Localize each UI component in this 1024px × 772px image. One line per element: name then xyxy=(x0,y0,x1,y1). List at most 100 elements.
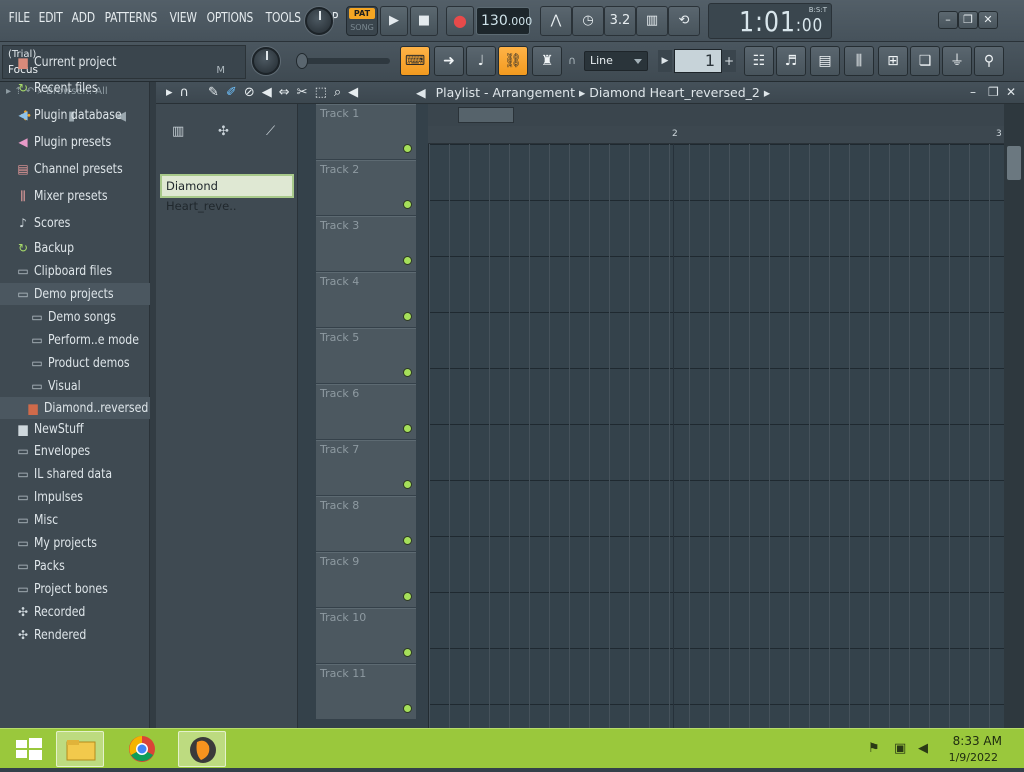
main-pitch-knob[interactable] xyxy=(252,47,280,75)
blend-notes-button[interactable]: ♩ xyxy=(466,46,496,76)
track-enable-led[interactable] xyxy=(403,144,412,153)
browser-item[interactable]: ▭ Envelopes xyxy=(0,440,150,462)
track-header[interactable]: Track 8 xyxy=(316,496,416,552)
track-enable-led[interactable] xyxy=(403,536,412,545)
play-button[interactable]: ▶ xyxy=(380,6,408,36)
browser-item[interactable]: ▭ Impulses xyxy=(0,486,150,508)
browser-item[interactable]: ⫼ Mixer presets xyxy=(0,185,150,207)
master-pitch-slider[interactable] xyxy=(298,58,390,64)
slice-tool-icon[interactable]: ✂ xyxy=(297,85,308,100)
browser-item[interactable]: ▤ Channel presets xyxy=(0,158,150,180)
step-edit-button[interactable]: ▥ xyxy=(636,6,668,36)
playlist-horizontal-scrollbar[interactable] xyxy=(428,104,1004,126)
browser-item[interactable]: ▆ Diamond..reversed xyxy=(0,397,150,419)
piano-roll-button[interactable]: ♬ xyxy=(776,46,806,76)
browser-item[interactable]: ♪ Scores xyxy=(0,212,150,234)
browser-item[interactable]: ▭ My projects xyxy=(0,532,150,554)
plugin-button[interactable]: ⏚ xyxy=(942,46,972,76)
browser-item[interactable]: ▆ Current project xyxy=(0,51,150,73)
track-header[interactable]: Track 7 xyxy=(316,440,416,496)
brush-tool-icon[interactable]: ✐ xyxy=(226,85,237,100)
browser-item[interactable]: ▭ Visual xyxy=(0,375,150,397)
track-enable-led[interactable] xyxy=(403,648,412,657)
pat-song-toggle[interactable]: PAT SONG xyxy=(346,6,378,36)
pencil-tool-icon[interactable]: ✎ xyxy=(208,85,219,100)
multilink-button[interactable]: ⛓ xyxy=(498,46,528,76)
track-header[interactable]: Track 2 xyxy=(316,160,416,216)
magnet-snap-icon[interactable]: ∩ xyxy=(180,85,190,100)
track-enable-led[interactable] xyxy=(403,424,412,433)
metronome-button[interactable]: ⋀ xyxy=(540,6,572,36)
playlist-pattern-name[interactable]: Diamond Heart_reversed_2 xyxy=(589,85,760,100)
track-enable-led[interactable] xyxy=(403,592,412,601)
browser-item[interactable]: ▭ Perform..e mode xyxy=(0,329,150,351)
slip-tool-icon[interactable]: ⇔ xyxy=(279,85,290,100)
master-volume-knob[interactable] xyxy=(305,7,333,35)
pattern-prev-button[interactable]: ▶ xyxy=(658,50,672,72)
delete-tool-icon[interactable]: ⊘ xyxy=(244,85,255,100)
metronome-bell-button[interactable]: ♜ xyxy=(532,46,562,76)
browser-item[interactable]: ↻ Backup xyxy=(0,237,150,259)
loop-record-button[interactable]: ⟲ xyxy=(668,6,700,36)
track-enable-led[interactable] xyxy=(403,704,412,713)
browser-item[interactable]: ▭ Misc xyxy=(0,509,150,531)
taskbar-time[interactable]: 8:33 AM xyxy=(953,734,1002,748)
browser-item[interactable]: ▭ Demo projects xyxy=(0,283,150,305)
track-header[interactable]: Track 11 xyxy=(316,664,416,720)
track-header[interactable]: Track 4 xyxy=(316,272,416,328)
chrome-taskbar-button[interactable] xyxy=(118,731,166,767)
menu-tools[interactable]: TOOLS xyxy=(263,10,303,26)
menu-view[interactable]: VIEW xyxy=(167,10,199,26)
track-header[interactable]: Track 10 xyxy=(316,608,416,664)
track-enable-led[interactable] xyxy=(403,368,412,377)
menu-options[interactable]: OPTIONS xyxy=(204,10,256,26)
taskbar-date[interactable]: 1/9/2022 xyxy=(949,751,998,764)
slider-handle[interactable] xyxy=(296,53,308,69)
typing-keyboard-button[interactable]: ⌨ xyxy=(400,46,430,76)
maximize-button[interactable]: ❐ xyxy=(958,11,978,29)
mute-tool-icon[interactable]: ◀ xyxy=(262,85,272,100)
browser-item[interactable]: ▭ Product demos xyxy=(0,352,150,374)
step-button[interactable]: ➜ xyxy=(434,46,464,76)
pattern-clips-icon[interactable]: ▥ xyxy=(172,124,184,139)
time-display[interactable]: 1:01:00 B:S:T xyxy=(708,3,832,39)
vertical-scroll-thumb[interactable] xyxy=(1007,146,1021,180)
playlist-button[interactable]: ☷ xyxy=(744,46,774,76)
browser-item[interactable]: ▭ Project bones xyxy=(0,578,150,600)
track-header[interactable]: Track 9 xyxy=(316,552,416,608)
online-news-button[interactable]: ⚲ xyxy=(974,46,1004,76)
menu-add[interactable]: ADD xyxy=(69,10,98,26)
track-header[interactable]: Track 3 xyxy=(316,216,416,272)
timeline-ruler[interactable]: 2 3 xyxy=(428,126,1004,144)
channel-rack-button[interactable]: ▤ xyxy=(810,46,840,76)
arrangement-grid[interactable] xyxy=(428,144,1004,728)
browser-item[interactable]: ▭ Demo songs xyxy=(0,306,150,328)
network-icon[interactable]: ▣ xyxy=(894,741,906,756)
add-pattern-button[interactable]: + xyxy=(722,50,736,72)
track-enable-led[interactable] xyxy=(403,200,412,209)
browser-item[interactable]: ▭ IL shared data xyxy=(0,463,150,485)
automation-clips-icon[interactable]: ⟋ xyxy=(266,124,275,139)
playlist-vertical-scrollbar[interactable] xyxy=(1004,104,1024,728)
playback-tool-icon[interactable]: ◀ xyxy=(348,85,358,100)
select-tool-icon[interactable]: ⬚ xyxy=(315,85,327,100)
track-header[interactable]: Track 6 xyxy=(316,384,416,440)
fl-studio-taskbar-button[interactable] xyxy=(178,731,226,767)
plugin-picker-button[interactable]: ❏ xyxy=(910,46,940,76)
playlist-close-button[interactable]: ✕ xyxy=(1006,85,1016,99)
browser-item[interactable]: ▆ NewStuff xyxy=(0,418,150,440)
audio-clips-icon[interactable]: ✣ xyxy=(218,124,229,139)
minimize-button[interactable]: – xyxy=(938,11,958,29)
mixer-button[interactable]: ⫼ xyxy=(844,46,874,76)
snap-selector[interactable]: Line xyxy=(584,51,648,71)
horizontal-scroll-thumb[interactable] xyxy=(458,107,514,123)
tempo-display[interactable]: 130.000 xyxy=(476,7,532,35)
action-center-icon[interactable]: ⚑ xyxy=(868,741,880,756)
browser-item[interactable]: ✣ Recorded xyxy=(0,601,150,623)
menu-file[interactable]: FILE xyxy=(6,10,33,26)
file-explorer-taskbar-button[interactable] xyxy=(56,731,104,767)
close-button[interactable]: ✕ xyxy=(978,11,998,29)
project-browser-button[interactable]: ⊞ xyxy=(878,46,908,76)
menu-edit[interactable]: EDIT xyxy=(36,10,65,26)
browser-item[interactable]: ✣ Rendered xyxy=(0,624,150,646)
